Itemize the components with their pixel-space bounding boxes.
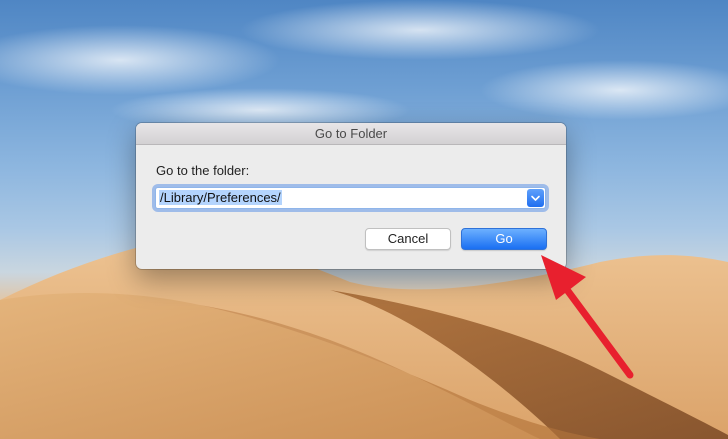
dialog-title: Go to Folder bbox=[136, 123, 566, 145]
go-button[interactable]: Go bbox=[461, 228, 547, 250]
folder-path-value: /Library/Preferences/ bbox=[159, 190, 282, 205]
folder-prompt-label: Go to the folder: bbox=[156, 163, 250, 178]
desktop-wallpaper: Go to Folder Go to the folder: /Library/… bbox=[0, 0, 728, 439]
go-to-folder-dialog: Go to Folder Go to the folder: /Library/… bbox=[136, 123, 566, 269]
folder-path-input[interactable]: /Library/Preferences/ bbox=[159, 188, 282, 208]
path-history-dropdown-button[interactable] bbox=[527, 189, 544, 207]
chevron-down-icon bbox=[531, 195, 540, 201]
folder-path-combobox[interactable]: /Library/Preferences/ bbox=[155, 187, 546, 209]
cancel-button[interactable]: Cancel bbox=[365, 228, 451, 250]
